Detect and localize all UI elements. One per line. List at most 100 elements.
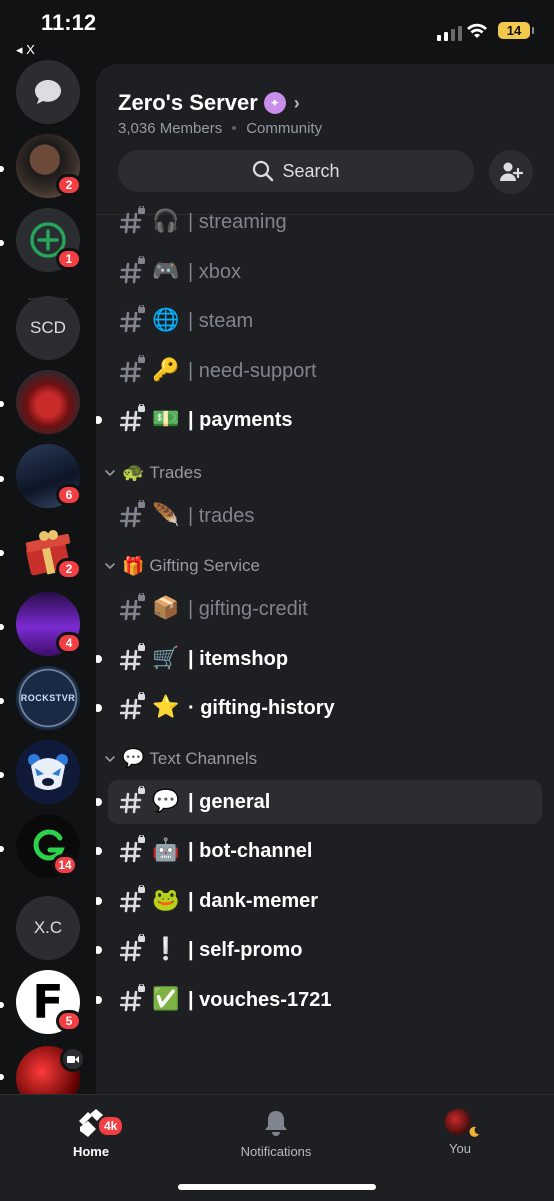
unread-badge: 2 [56, 558, 82, 580]
user-avatar [445, 1109, 481, 1139]
unread-indicator [96, 704, 102, 712]
idle-moon-icon [467, 1125, 481, 1139]
text-channel-icon [119, 592, 146, 623]
search-label: Search [282, 160, 340, 181]
server-title[interactable]: Zero's Server ✦ › [118, 90, 300, 116]
server-icon-rockstvr[interactable]: ROCKSTVR [16, 666, 80, 730]
channel-emoji: 🔑 [152, 357, 180, 383]
unread-badge: 4 [56, 632, 82, 654]
clock: 11:12 [41, 10, 97, 35]
category-header[interactable]: 🎁 Gifting Service [104, 551, 260, 581]
text-channel-icon [119, 784, 146, 816]
channel-row[interactable]: 🎧 | streaming [108, 200, 542, 244]
channel-name: | itemshop [188, 647, 289, 670]
channel-row[interactable]: ❕ | self-promo [96, 928, 542, 972]
direct-messages-button[interactable] [16, 60, 80, 124]
server-icon-avatar[interactable]: 2 [16, 134, 82, 198]
server-icon-xc[interactable]: X.C [16, 896, 80, 960]
text-channel-icon [119, 304, 146, 335]
server-initials: SCD [30, 318, 66, 337]
unread-indicator [96, 654, 102, 663]
server-icon[interactable]: 4 [16, 592, 82, 656]
category-header[interactable]: 💬 Text Channels [104, 744, 257, 774]
channel-name: | streaming [188, 211, 287, 233]
channel-emoji: 🐸 [152, 887, 180, 913]
channel-name: | self-promo [188, 939, 303, 961]
channel-emoji: 🎮 [152, 258, 180, 284]
server-icon-gift[interactable]: 2 [16, 518, 82, 582]
video-call-icon [60, 1046, 86, 1072]
server-icon[interactable] [16, 1046, 86, 1096]
server-icon-bear[interactable] [16, 740, 80, 804]
channel-row[interactable]: 🔑 | need-support [108, 349, 542, 393]
text-channel-icon [119, 691, 146, 722]
server-initials: X.C [33, 918, 63, 937]
tab-home-label: Home [72, 1144, 110, 1159]
category-emoji: 💬 [122, 748, 145, 769]
unread-indicator [96, 847, 102, 855]
text-channel-icon [119, 254, 146, 286]
wifi-icon [467, 23, 487, 38]
unread-badge: 14 [52, 854, 78, 876]
channel-row[interactable]: 💵 | payments [96, 398, 542, 442]
home-badge: 4k [97, 1115, 125, 1137]
channel-row[interactable]: ✅ | vouches-1721 [96, 978, 542, 1022]
boost-icon: ✦ [263, 92, 286, 114]
text-channel-icon [119, 883, 146, 915]
server-icon[interactable]: 6 [16, 444, 82, 508]
unread-badge: 2 [56, 174, 82, 196]
tab-home[interactable]: 4k Home [31, 1109, 151, 1159]
battery-indicator: 14 [498, 22, 534, 39]
channel-row[interactable]: 🌐 | steam [108, 299, 542, 343]
channel-row[interactable]: 🤖 | bot-channel [96, 829, 542, 873]
channel-emoji: ❕ [152, 937, 180, 962]
channel-name: | dank-memer [188, 889, 319, 912]
unread-badge: 5 [56, 1010, 82, 1032]
unread-indicator [96, 896, 102, 905]
channel-row[interactable]: 📦 | gifting-credit [108, 587, 542, 631]
search-button[interactable]: Search [118, 150, 474, 192]
channel-emoji: 💬 [152, 788, 180, 814]
channel-name: | bot-channel [188, 840, 313, 862]
channel-row[interactable]: 🐸 | dank-memer [96, 879, 542, 923]
server-name: Zero's Server [118, 90, 258, 115]
channel-row[interactable]: 💬 | general [96, 779, 542, 824]
channel-row[interactable]: 🛒 | itemshop [96, 637, 542, 681]
server-logo-text: ROCKSTVR [20, 693, 76, 703]
category-name: Text Channels [149, 748, 258, 768]
channel-name: | need-support [188, 359, 317, 382]
channel-row[interactable]: 🎮 | xbox [108, 250, 542, 294]
cellular-signal-icon [437, 26, 462, 41]
server-icon-f[interactable]: F 5 [16, 970, 82, 1034]
server-type: Community [246, 120, 323, 137]
unread-indicator [96, 946, 102, 954]
search-icon [253, 160, 274, 182]
channel-row[interactable]: ⭐ · gifting-history [96, 686, 542, 730]
channel-row[interactable]: 🪶 | trades [108, 494, 542, 538]
member-count: 3,036 Members [118, 120, 223, 137]
channel-name: | vouches-1721 [188, 988, 332, 1011]
unread-indicator [96, 416, 102, 424]
channel-name: | trades [188, 504, 255, 527]
home-indicator [178, 1184, 376, 1190]
text-channel-icon [119, 641, 146, 673]
channel-emoji: 🤖 [152, 838, 180, 863]
category-header[interactable]: 🐢 Trades [104, 458, 202, 488]
tab-notifications[interactable]: Notifications [216, 1109, 336, 1159]
category-name: Gifting Service [149, 556, 260, 575]
text-channel-icon [119, 982, 146, 1014]
category-emoji: 🎁 [122, 555, 145, 577]
tab-you[interactable]: You [400, 1109, 520, 1156]
invite-members-button[interactable] [489, 150, 533, 194]
add-server-button[interactable]: 1 [16, 208, 82, 272]
bear-logo-icon [28, 754, 68, 790]
channel-emoji: ✅ [152, 986, 180, 1012]
channel-name: · gifting-history [188, 697, 335, 719]
server-icon[interactable] [16, 370, 80, 434]
server-icon[interactable]: 14 [16, 814, 80, 878]
server-icon-scd[interactable]: SCD [16, 296, 80, 360]
channel-emoji: 🌐 [152, 308, 180, 333]
unread-indicator [96, 995, 102, 1004]
text-channel-icon [119, 403, 146, 434]
unread-badge: 6 [56, 484, 82, 506]
